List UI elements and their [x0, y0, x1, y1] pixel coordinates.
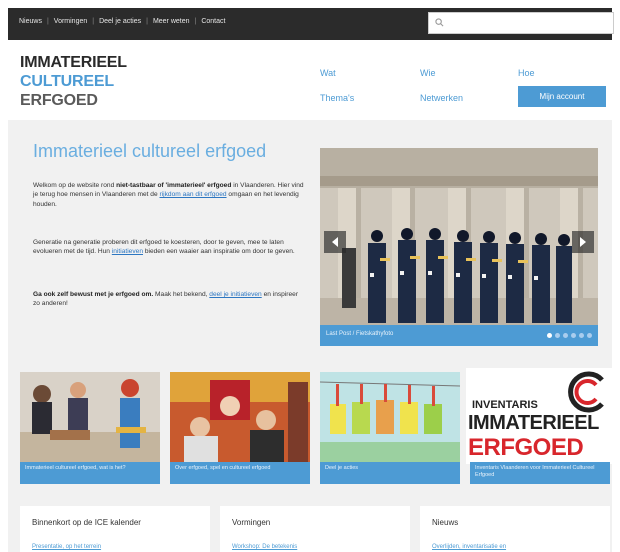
tile-image [170, 372, 310, 462]
topnav-separator: | [92, 18, 95, 25]
topnav-meer-weten[interactable]: Meer weten [153, 18, 190, 25]
tile-image [20, 372, 160, 462]
topnav-vormingen[interactable]: Vormingen [54, 18, 87, 25]
intro-text: Welkom op de website rond [33, 182, 115, 189]
slideshow-dots [544, 333, 592, 338]
topnav-separator: | [146, 18, 148, 25]
slideshow-caption: Last Post / Fietskathyfoto [320, 325, 598, 346]
topnav-separator: | [194, 18, 197, 25]
box-heading: Binnenkort op de ICE kalender [32, 518, 141, 527]
slideshow-dot[interactable] [563, 333, 568, 338]
slideshow-caption-text: Last Post / Fietskathyfoto [326, 331, 394, 337]
inventaris-label: IMMATERIEEL [468, 412, 599, 434]
band-photo [320, 148, 598, 346]
box-link[interactable]: Overlijden, inventarisatie en [432, 544, 506, 550]
topnav-separator: | [46, 18, 49, 25]
search-icon[interactable] [435, 18, 444, 27]
kalender-box: Binnenkort op de ICE kalender Presentati… [20, 506, 210, 552]
search-box[interactable] [428, 12, 614, 34]
tile-caption: Immaterieel cultureel erfgoed, wat is he… [20, 462, 160, 484]
nav-themas[interactable]: Thema's [320, 93, 354, 103]
box-heading: Nieuws [432, 518, 459, 527]
inventaris-logo-mark [568, 371, 604, 413]
chevron-left-icon [332, 237, 338, 247]
intro-text: bieden een waaier aan inspiratie om door… [144, 248, 295, 256]
logo-line-1: IMMATERIEEL [20, 54, 127, 71]
intro-text: Maak het bekend, [155, 291, 208, 298]
box-link[interactable]: Workshop: De betekenis [232, 544, 297, 550]
tile-caption: Deel je acties [320, 462, 460, 484]
tile-deel-je-acties[interactable]: Deel je acties [320, 372, 460, 484]
slideshow-prev-button[interactable] [324, 231, 346, 253]
vormingen-box: Vormingen Workshop: De betekenis [220, 506, 410, 552]
logo-line-3: ERFGOED [20, 92, 98, 109]
inventaris-label: ERFGOED [468, 434, 584, 461]
chevron-right-icon [580, 237, 586, 247]
inventaris-label: INVENTARIS [472, 399, 538, 411]
tile-inventaris[interactable]: Inventaris Vlaanderen voor Immaterieel C… [470, 462, 610, 484]
topnav-contact[interactable]: Contact [201, 18, 225, 25]
inventaris-logo[interactable]: INVENTARIS IMMATERIEEL ERFGOED [466, 368, 612, 464]
nav-netwerken[interactable]: Netwerken [420, 93, 463, 103]
nav-wie[interactable]: Wie [420, 68, 436, 78]
intro-paragraph-3: Ga ook zelf bewust met je erfgoed om. Ma… [33, 290, 306, 309]
top-bar: Nieuws | Vormingen | Deel je acties | Me… [8, 8, 614, 40]
slideshow-dot[interactable] [547, 333, 552, 338]
tile-caption: Inventaris Vlaanderen voor Immaterieel C… [470, 462, 610, 484]
nav-hoe[interactable]: Hoe [518, 68, 535, 78]
topnav-nieuws[interactable]: Nieuws [19, 18, 42, 25]
page-title: Immaterieel cultureel erfgoed [33, 141, 267, 161]
slideshow-dot[interactable] [571, 333, 576, 338]
box-heading: Vormingen [232, 518, 271, 527]
nieuws-box: Nieuws Overlijden, inventarisatie en [420, 506, 610, 552]
rijkdom-link[interactable]: rijkdom aan dit erfgoed [159, 191, 226, 198]
my-account-button[interactable]: Mijn account [518, 86, 606, 107]
slideshow-dot[interactable] [555, 333, 560, 338]
intro-paragraph-1: Welkom op de website rond niet-tastbaar … [33, 181, 306, 209]
topnav-deel-je-acties[interactable]: Deel je acties [99, 18, 141, 25]
site-logo[interactable]: IMMATERIEEL CULTUREEL ERFGOED [20, 53, 127, 110]
logo-line-2: CULTUREEL [20, 73, 114, 90]
intro-bold-text: Ga ook zelf bewust met je erfgoed om. [33, 291, 154, 298]
box-link[interactable]: Presentatie, op het terrein [32, 544, 101, 550]
slideshow-image[interactable] [320, 148, 598, 346]
tile-caption: Over erfgoed, spel en cultureel erfgoed [170, 462, 310, 484]
intro-bold-text: niet-tastbaar of 'immaterieel' erfgoed [116, 182, 232, 189]
initiatieven-link[interactable]: initiatieven [112, 248, 143, 255]
top-nav: Nieuws | Vormingen | Deel je acties | Me… [19, 18, 225, 25]
slideshow-dot[interactable] [579, 333, 584, 338]
tile-erfgoed-spel[interactable]: Over erfgoed, spel en cultureel erfgoed [170, 372, 310, 484]
tile-ice-wat-is-het[interactable]: Immaterieel cultureel erfgoed, wat is he… [20, 372, 160, 484]
nav-wat[interactable]: Wat [320, 68, 336, 78]
intro-paragraph-2: Generatie na generatie proberen dit erfg… [33, 238, 306, 257]
slideshow-dot[interactable] [587, 333, 592, 338]
search-input[interactable] [447, 16, 607, 30]
deel-initiatieven-link[interactable]: deel je initiatieven [209, 291, 261, 298]
slideshow-next-button[interactable] [572, 231, 594, 253]
tile-image [320, 372, 460, 462]
